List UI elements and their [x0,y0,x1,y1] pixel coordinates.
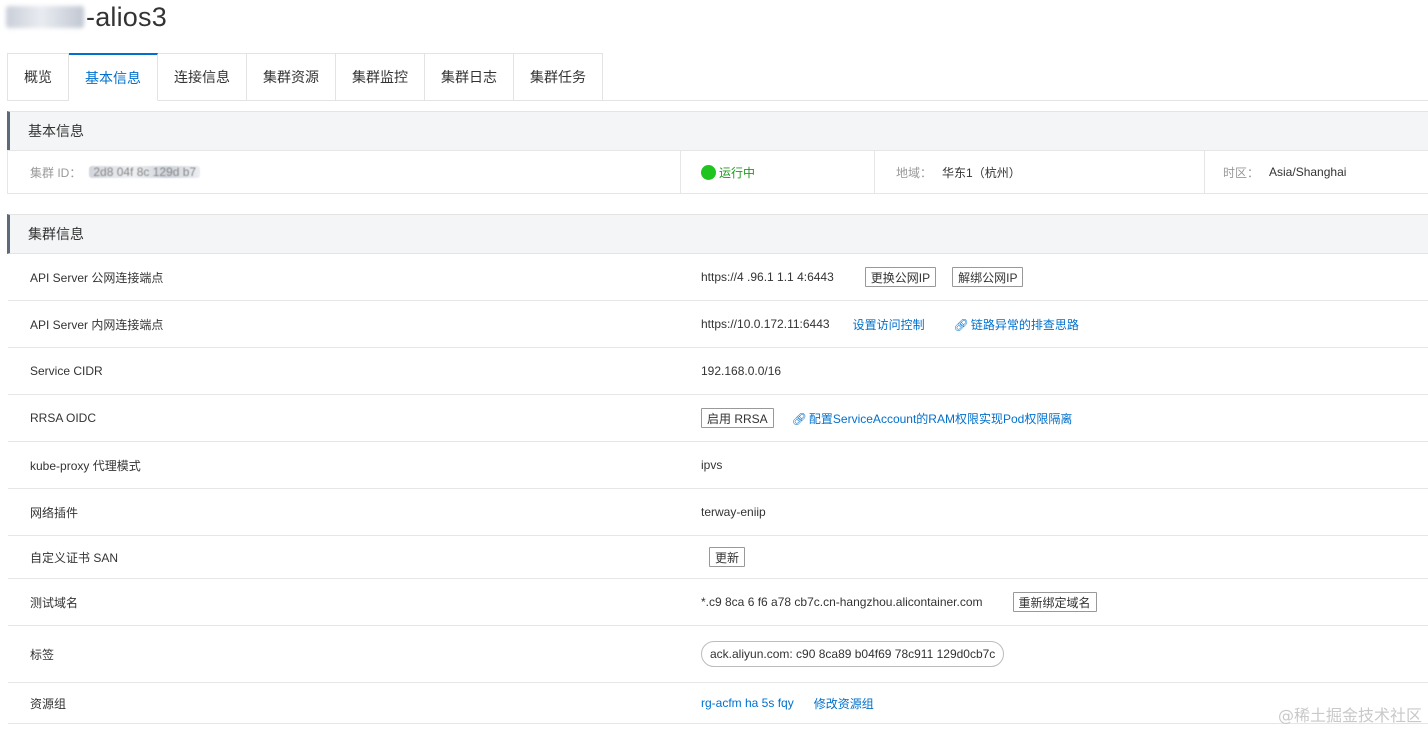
link-icon: 🔗︎ [791,411,807,426]
row-label: RRSA OIDC [30,411,97,425]
row-label: 自定义证书 SAN [30,550,119,565]
row-label: 测试域名 [30,595,79,610]
tab-label: 集群日志 [441,69,497,85]
tab-cluster-tasks[interactable]: 集群任务 [514,53,603,101]
cluster-id-cell: 集群 ID： 2d8 04f 8c 129d b7 [8,151,681,193]
rrsa-doc-link-wrapper[interactable]: 🔗︎ 配置ServiceAccount的RAM权限实现Pod权限隔离 [792,410,1073,427]
troubleshoot-link[interactable]: 链路异常的排查思路 [971,318,1079,332]
table-row: 测试域名 *.c9 8ca 6 f6 a78 cb7c.cn-hangzhou.… [8,579,1428,626]
modify-resource-group-link[interactable]: 修改资源组 [814,695,874,712]
row-label: 标签 [30,647,55,662]
rrsa-doc-link[interactable]: 配置ServiceAccount的RAM权限实现Pod权限隔离 [809,412,1072,426]
link-icon: 🔗︎ [953,317,969,332]
tab-label: 概览 [24,69,52,85]
update-san-button[interactable]: 更新 [709,547,746,567]
tab-cluster-logs[interactable]: 集群日志 [425,53,514,101]
change-public-ip-button[interactable]: 更换公网IP [864,267,937,287]
timezone-label: 时区： [1223,165,1260,180]
tab-cluster-monitoring[interactable]: 集群监控 [336,53,425,101]
table-row: kube-proxy 代理模式 ipvs [8,442,1428,489]
kube-proxy-value: ipvs [701,458,723,472]
row-label: 网络插件 [30,505,79,520]
tab-cluster-resources[interactable]: 集群资源 [247,53,336,101]
basic-info-row: 集群 ID： 2d8 04f 8c 129d b7 运行中 地域： 华东1（杭州… [7,150,1428,194]
watermark: @稀土掘金技术社区 [1277,706,1422,725]
row-label: 资源组 [30,696,67,711]
row-value: rg-acfm ha 5s fqy 修改资源组 [701,683,874,723]
tab-basic-info[interactable]: 基本信息 [69,53,158,101]
tab-overview[interactable]: 概览 [7,53,69,101]
service-cidr-value: 192.168.0.0/16 [701,364,782,378]
row-label: kube-proxy 代理模式 [30,458,141,473]
row-value: 启用 RRSA 🔗︎ 配置ServiceAccount的RAM权限实现Pod权限隔… [701,395,1072,441]
running-status-icon [701,164,716,180]
table-row: 标签 ack.aliyun.com: c90 8ca89 b04f69 78c9… [8,626,1428,683]
region-value: 华东1（杭州） [942,165,1021,180]
tab-label: 连接信息 [174,69,230,85]
test-domain-value: *.c9 8ca 6 f6 a78 cb7c.cn-hangzhou.alico… [701,595,983,609]
enable-rrsa-button[interactable]: 启用 RRSA [701,408,774,428]
region-label: 地域： [896,165,933,180]
table-row: API Server 公网连接端点 https://4 .96.1 1.1 4:… [8,254,1428,301]
status-cell: 运行中 [681,151,875,193]
tab-label: 基本信息 [85,69,141,86]
region-cell: 地域： 华东1（杭州） [875,151,1205,193]
access-control-link[interactable]: 设置访问控制 [853,316,925,333]
table-row: 网络插件 terway-eniip [8,489,1428,536]
page-title-text: -alios3 [86,2,167,32]
section-title: 基本信息 [28,123,84,139]
network-plugin-value: terway-eniip [701,505,766,519]
tab-label: 集群任务 [530,69,586,85]
private-endpoint-value: https://10.0.172.11:6443 [701,317,830,331]
row-value: ack.aliyun.com: c90 8ca89 b04f69 78c911 … [701,626,1005,682]
cluster-id-label: 集群 ID： [30,165,82,180]
troubleshoot-link-wrapper[interactable]: 🔗︎ 链路异常的排查思路 [954,316,1079,333]
row-label: API Server 公网连接端点 [30,270,164,285]
cluster-id-value: 2d8 04f 8c 129d b7 [89,166,201,178]
table-row: API Server 内网连接端点 https://10.0.172.11:64… [8,301,1428,348]
table-row: RRSA OIDC 启用 RRSA 🔗︎ 配置ServiceAccount的RAM… [8,395,1428,442]
table-row: 资源组 rg-acfm ha 5s fqy 修改资源组 [8,683,1428,724]
tab-label: 集群监控 [352,69,408,85]
table-row: 自定义证书 SAN 更新 [8,536,1428,579]
row-label: API Server 内网连接端点 [30,317,164,332]
unbind-public-ip-button[interactable]: 解绑公网IP [952,267,1024,287]
section-basic-info-header: 基本信息 [7,111,1428,151]
page-title: -alios3 [6,2,167,33]
timezone-value: Asia/Shanghai [1269,165,1347,179]
row-value: 更新 [701,536,746,578]
row-value: https://4 .96.1 1.1 4:6443 更换公网IP 解绑公网IP [701,254,1024,300]
tab-connection-info[interactable]: 连接信息 [158,53,247,101]
tag-pill: ack.aliyun.com: c90 8ca89 b04f69 78c911 … [701,641,1005,667]
section-cluster-info-header: 集群信息 [7,214,1428,254]
table-row: Service CIDR 192.168.0.0/16 [8,348,1428,395]
rebind-domain-button[interactable]: 重新绑定域名 [1012,592,1097,612]
tab-label: 集群资源 [263,69,319,85]
resource-group-link[interactable]: rg-acfm ha 5s fqy [701,696,794,710]
timezone-cell: 时区： Asia/Shanghai [1205,151,1428,193]
redacted-title-prefix [6,6,84,28]
row-value: https://10.0.172.11:6443 设置访问控制 🔗︎ 链路异常的排… [701,301,1079,347]
section-title: 集群信息 [28,226,84,242]
row-label: Service CIDR [30,364,103,378]
status-text: 运行中 [719,165,756,180]
tab-bar: 概览 基本信息 连接信息 集群资源 集群监控 集群日志 集群任务 [7,53,1428,101]
row-value: *.c9 8ca 6 f6 a78 cb7c.cn-hangzhou.alico… [701,579,1097,625]
public-endpoint-value: https://4 .96.1 1.1 4:6443 [701,270,834,284]
